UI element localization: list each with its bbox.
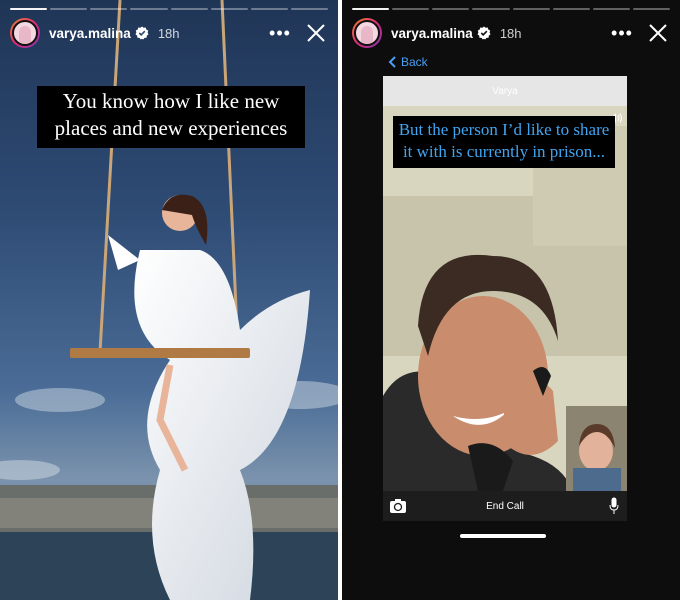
chevron-left-icon: [388, 56, 396, 68]
story-header: varya.malina 18h •••: [10, 17, 330, 49]
avatar[interactable]: [10, 18, 40, 48]
story-panel-right[interactable]: varya.malina 18h ••• Back Varya End Call…: [342, 0, 680, 600]
close-icon[interactable]: [302, 19, 330, 47]
story-time: 18h: [499, 25, 522, 41]
caller-name: Varya: [383, 76, 627, 106]
username[interactable]: varya.malina: [391, 26, 473, 41]
story-header: varya.malina 18h •••: [352, 17, 672, 49]
close-icon[interactable]: [644, 19, 672, 47]
call-controls: End Call: [383, 491, 627, 521]
microphone-icon[interactable]: [609, 497, 619, 515]
home-indicator[interactable]: [460, 534, 546, 538]
verified-badge-icon: [477, 26, 491, 40]
end-call-button[interactable]: End Call: [486, 501, 524, 512]
story-time: 18h: [157, 25, 180, 41]
story-panel-left[interactable]: varya.malina 18h ••• You know how I like…: [0, 0, 338, 600]
back-button[interactable]: Back: [388, 55, 428, 69]
story-caption: But the person I’d like to share it with…: [393, 116, 615, 168]
back-label: Back: [401, 55, 428, 69]
story-caption: You know how I like new places and new e…: [37, 86, 305, 148]
more-options-icon[interactable]: •••: [610, 23, 634, 44]
story-progress-bar: [10, 8, 328, 10]
avatar[interactable]: [352, 18, 382, 48]
camera-switch-icon[interactable]: [389, 498, 407, 514]
verified-badge-icon: [135, 26, 149, 40]
story-progress-bar: [352, 8, 670, 10]
username[interactable]: varya.malina: [49, 26, 131, 41]
more-options-icon[interactable]: •••: [268, 23, 292, 44]
